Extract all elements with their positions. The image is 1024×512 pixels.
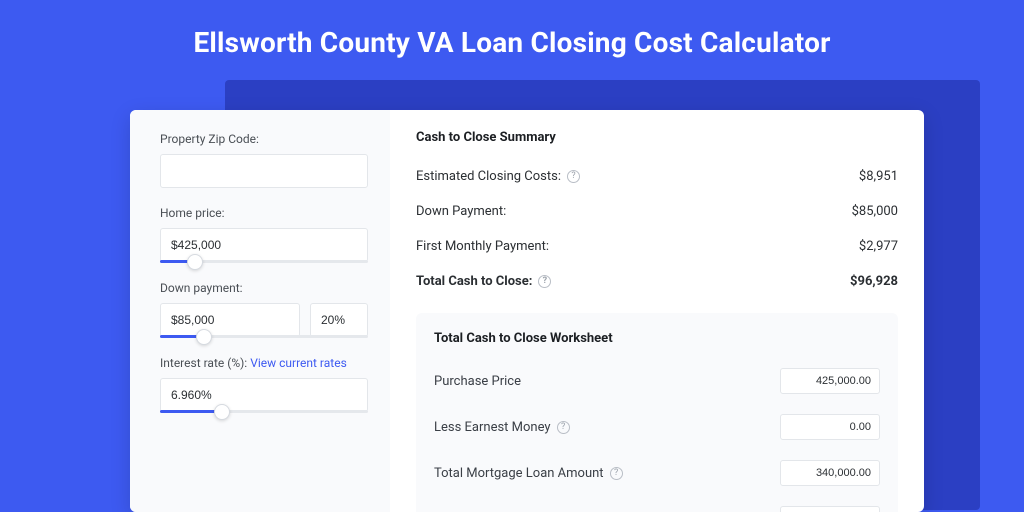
- worksheet-value-input[interactable]: [780, 460, 880, 486]
- inputs-panel: Property Zip Code: Home price: Down paym…: [130, 110, 390, 512]
- worksheet-panel: Total Cash to Close Worksheet Purchase P…: [416, 313, 898, 512]
- interest-rate-label-text: Interest rate (%):: [160, 356, 250, 370]
- summary-title: Cash to Close Summary: [416, 130, 898, 145]
- home-price-field: Home price:: [160, 206, 368, 263]
- summary-label: First Monthly Payment:: [416, 239, 549, 254]
- worksheet-value-input[interactable]: [780, 368, 880, 394]
- summary-label: Down Payment:: [416, 204, 506, 219]
- page-title: Ellsworth County VA Loan Closing Cost Ca…: [0, 26, 1024, 59]
- help-icon[interactable]: ?: [567, 170, 580, 183]
- summary-row-total: Total Cash to Close: ? $96,928: [416, 264, 898, 299]
- worksheet-row: Total Second Mortgage Amount ?: [434, 496, 880, 512]
- help-icon[interactable]: ?: [538, 275, 551, 288]
- interest-rate-slider-fill: [160, 410, 222, 413]
- summary-value: $96,928: [850, 274, 898, 289]
- zip-input[interactable]: [160, 154, 368, 188]
- down-payment-label: Down payment:: [160, 281, 368, 295]
- down-payment-slider[interactable]: [160, 335, 368, 338]
- worksheet-label: Total Mortgage Loan Amount: [434, 466, 604, 481]
- zip-field: Property Zip Code:: [160, 132, 368, 188]
- home-price-label: Home price:: [160, 206, 368, 220]
- interest-rate-field: Interest rate (%): View current rates: [160, 356, 368, 413]
- summary-value: $85,000: [852, 204, 898, 219]
- summary-row: Estimated Closing Costs: ? $8,951: [416, 159, 898, 194]
- summary-row: First Monthly Payment: $2,977: [416, 229, 898, 264]
- summary-list: Estimated Closing Costs: ? $8,951 Down P…: [416, 159, 898, 299]
- worksheet-value-input[interactable]: [780, 414, 880, 440]
- worksheet-row: Less Earnest Money ?: [434, 404, 880, 450]
- interest-rate-label: Interest rate (%): View current rates: [160, 356, 368, 370]
- down-payment-pct-input[interactable]: [310, 303, 368, 337]
- summary-label: Total Cash to Close:: [416, 274, 532, 289]
- worksheet-title: Total Cash to Close Worksheet: [434, 331, 880, 346]
- down-payment-slider-thumb[interactable]: [196, 329, 212, 345]
- worksheet-label: Purchase Price: [434, 374, 521, 389]
- down-payment-input[interactable]: [160, 303, 300, 337]
- down-payment-field: Down payment:: [160, 281, 368, 338]
- summary-row: Down Payment: $85,000: [416, 194, 898, 229]
- summary-value: $8,951: [859, 169, 898, 184]
- worksheet-value-input[interactable]: [780, 506, 880, 512]
- home-price-slider[interactable]: [160, 260, 368, 263]
- summary-label: Estimated Closing Costs:: [416, 169, 561, 184]
- worksheet-row: Total Mortgage Loan Amount ?: [434, 450, 880, 496]
- worksheet-label: Less Earnest Money: [434, 420, 551, 435]
- calculator-card: Property Zip Code: Home price: Down paym…: [130, 110, 924, 512]
- interest-rate-slider-thumb[interactable]: [214, 404, 230, 420]
- interest-rate-slider[interactable]: [160, 410, 368, 413]
- help-icon[interactable]: ?: [557, 421, 570, 434]
- zip-label: Property Zip Code:: [160, 132, 368, 146]
- results-panel: Cash to Close Summary Estimated Closing …: [390, 110, 924, 512]
- help-icon[interactable]: ?: [610, 467, 623, 480]
- summary-value: $2,977: [859, 239, 898, 254]
- view-rates-link[interactable]: View current rates: [250, 356, 347, 370]
- interest-rate-input[interactable]: [160, 378, 368, 412]
- worksheet-row: Purchase Price: [434, 358, 880, 404]
- home-price-slider-thumb[interactable]: [187, 254, 203, 270]
